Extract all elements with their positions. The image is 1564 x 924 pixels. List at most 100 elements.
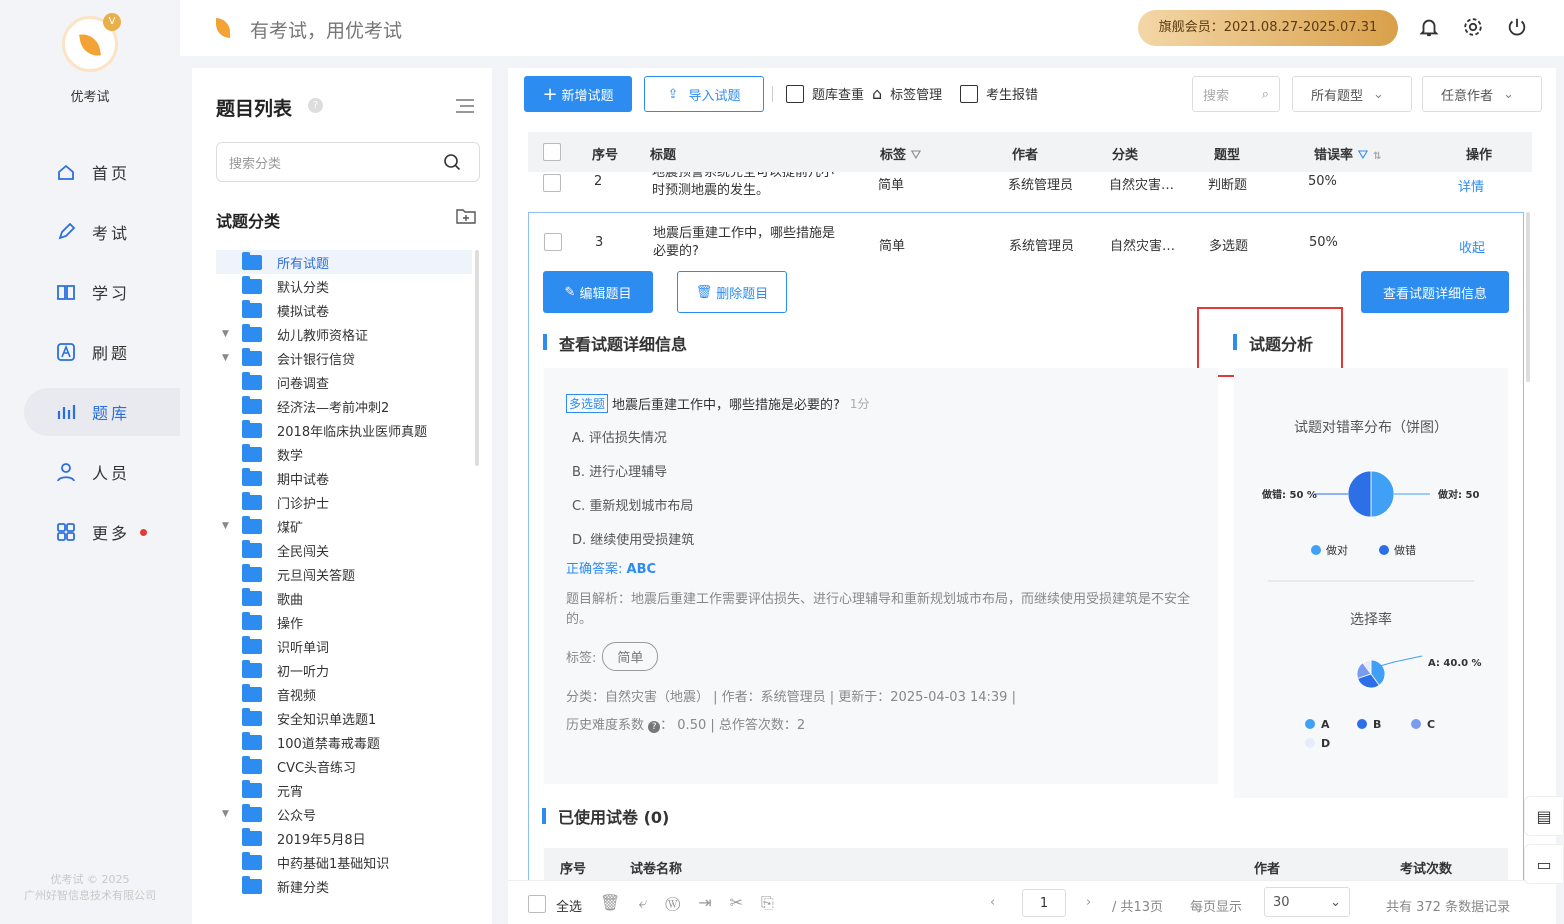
caret-down-icon[interactable]: ▼	[222, 329, 229, 339]
tree-node[interactable]: 元旦闯关答题	[216, 562, 472, 586]
nav-item-2[interactable]: 学习	[24, 268, 180, 316]
per-page-select[interactable]: 30 ⌄	[1264, 887, 1350, 917]
tree-node[interactable]: 期中试卷	[216, 466, 472, 490]
chart1-legend-label: 做对	[1326, 543, 1348, 557]
row-checkbox[interactable]	[544, 233, 562, 251]
select-all-checkbox[interactable]	[528, 895, 546, 913]
caret-down-icon[interactable]: ▼	[222, 353, 229, 363]
tree-node-label: 期中试卷	[277, 472, 330, 488]
notification-dot	[140, 528, 148, 536]
row-title[interactable]: 地震后重建工作中，哪些措施是 必要的?	[653, 225, 863, 261]
app-logo[interactable]: V	[62, 13, 121, 72]
tree-node[interactable]: 门诊护士	[216, 490, 472, 514]
nav-item-4[interactable]: 题库	[24, 388, 180, 436]
import-question-button[interactable]: ⇪ 导入试题	[644, 76, 764, 112]
correct-answer: 正确答案: ABC	[566, 562, 657, 577]
chat-float-button[interactable]: ▭	[1524, 844, 1564, 884]
prev-page-icon[interactable]: ‹	[990, 895, 995, 910]
tree-node[interactable]: ▼ 公众号	[216, 802, 472, 826]
tree-node-label: 2018年临床执业医师真题	[277, 424, 428, 440]
caret-down-icon[interactable]: ▼	[222, 809, 229, 819]
tree-node[interactable]: 安全知识单选题1	[216, 706, 472, 730]
page-input[interactable]: 1	[1022, 889, 1066, 917]
folder-icon	[242, 659, 262, 678]
search-input[interactable]: 搜索 ⌕	[1192, 76, 1280, 112]
author-filter-select[interactable]: 任意作者 ⌄	[1422, 76, 1542, 112]
tree-node[interactable]: 经济法—考前冲刺2	[216, 394, 472, 418]
gear-icon[interactable]	[1462, 16, 1484, 38]
main-scrollbar[interactable]	[1526, 212, 1530, 382]
tree-node[interactable]: 模拟试卷	[216, 298, 472, 322]
tree-node[interactable]: 2019年5月8日	[216, 826, 472, 850]
edit-question-button[interactable]: ✎ 编辑题目	[543, 271, 653, 313]
select-all-checkbox[interactable]	[543, 143, 561, 161]
chart1-label-right: 做对: 50	[1437, 488, 1479, 501]
chart2-legend-dot	[1305, 738, 1315, 748]
folder-icon	[242, 371, 262, 390]
member-badge[interactable]: 旗舰会员：2021.08.27-2025.07.31	[1138, 10, 1398, 46]
add-folder-icon[interactable]	[456, 208, 476, 224]
next-page-icon[interactable]: ›	[1086, 895, 1091, 910]
chevron-down-icon: ⌄	[1330, 894, 1341, 910]
tree-node[interactable]: 所有试题	[216, 250, 472, 274]
tree-node[interactable]: 全民闯关	[216, 538, 472, 562]
collapse-menu-icon[interactable]	[456, 98, 474, 114]
col-error-rate[interactable]: 错误率 ⛛ ⇅	[1314, 144, 1381, 163]
nav-item-6[interactable]: 更多	[24, 508, 180, 556]
nav-item-1[interactable]: 考试	[24, 208, 180, 256]
tree-node[interactable]: ▼ 会计银行信贷	[216, 346, 472, 370]
tag-pill[interactable]: 简单	[602, 642, 659, 671]
tag-manage-button[interactable]: ⌂ 标签管理	[872, 84, 942, 103]
tree-node[interactable]: 元宵	[216, 778, 472, 802]
batch-action-icons[interactable]: 🗑⤶Ⓦ⇥✂⎘	[600, 893, 792, 913]
tree-node[interactable]: ▼ 煤矿	[216, 514, 472, 538]
type-filter-select[interactable]: 所有题型 ⌄	[1292, 76, 1412, 112]
chart1-label-wrong: 做错: 50 %	[1261, 488, 1317, 501]
delete-question-button[interactable]: 🗑 删除题目	[677, 271, 787, 313]
tree-node[interactable]: 2018年临床执业医师真题	[216, 418, 472, 442]
tree-node[interactable]: 音视频	[216, 682, 472, 706]
detail-link[interactable]: 详情	[1458, 176, 1484, 195]
add-question-button[interactable]: + 新增试题	[524, 76, 632, 112]
row-author: 系统管理员	[1009, 239, 1075, 254]
help-icon[interactable]: ?	[308, 98, 323, 113]
row-checkbox[interactable]	[543, 174, 561, 192]
nav-item-0[interactable]: 首页	[24, 148, 180, 196]
tree-node-label: 模拟试卷	[277, 304, 330, 320]
tree-node[interactable]: 问卷调查	[216, 370, 472, 394]
view-detail-button[interactable]: 查看试题详细信息	[1361, 271, 1509, 313]
search-icon[interactable]	[443, 153, 461, 171]
tree-node[interactable]: 初一听力	[216, 658, 472, 682]
select-all-label[interactable]: 全选	[556, 896, 582, 915]
tree-node[interactable]: 默认分类	[216, 274, 472, 298]
tree-node[interactable]: 100道禁毒戒毒题	[216, 730, 472, 754]
tree-node[interactable]: 数学	[216, 442, 472, 466]
caret-down-icon[interactable]: ▼	[222, 521, 229, 531]
bell-icon[interactable]	[1418, 16, 1440, 38]
notes-float-button[interactable]: ▤	[1524, 796, 1564, 836]
nav-item-3[interactable]: 刷题	[24, 328, 180, 376]
error-report-button[interactable]: 考生报错	[960, 84, 1038, 103]
info-icon[interactable]: ?	[648, 721, 661, 733]
row-title[interactable]: 地震预警系统完全可以提前几小 时预测地震的发生。	[652, 172, 862, 200]
tree-node[interactable]: 操作	[216, 610, 472, 634]
tree-node[interactable]: 歌曲	[216, 586, 472, 610]
collapse-link[interactable]: 收起	[1459, 237, 1485, 256]
tree-node[interactable]: 中药基础1基础知识	[216, 850, 472, 874]
dedupe-button[interactable]: 题库查重	[786, 84, 864, 103]
tree-node-label: 全民闯关	[277, 544, 330, 560]
tree-node[interactable]: ▼ 幼儿教师资格证	[216, 322, 472, 346]
tree-node[interactable]: 识听单词	[216, 634, 472, 658]
tree-node-label: 初一听力	[277, 664, 330, 680]
folder-icon	[242, 515, 262, 534]
col-tag[interactable]: 标签 ⛛	[880, 144, 921, 163]
folder-icon	[242, 755, 262, 774]
category-search-input[interactable]: 搜索分类	[216, 142, 480, 182]
tree-scrollbar[interactable]	[475, 250, 479, 466]
tree-node[interactable]: 新建分类	[216, 874, 472, 898]
nav-item-5[interactable]: 人员	[24, 448, 180, 496]
tree-node[interactable]: CVC头音练习	[216, 754, 472, 778]
table-row[interactable]: 2 地震预警系统完全可以提前几小 时预测地震的发生。 简单 系统管理员 自然灾害……	[528, 172, 1532, 208]
power-icon[interactable]	[1506, 16, 1528, 38]
tree-node-label: 煤矿	[277, 520, 304, 536]
